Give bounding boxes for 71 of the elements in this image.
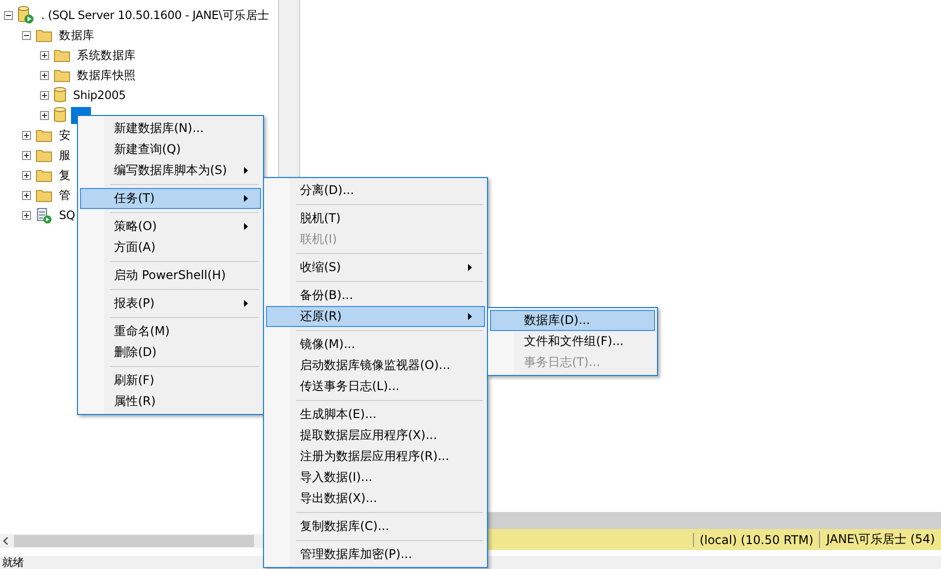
expand-icon[interactable] (40, 50, 49, 60)
expand-icon[interactable] (22, 210, 31, 220)
menu-item[interactable]: 启动 PowerShell(H) (80, 265, 261, 286)
menu-item[interactable]: 报表(P) (80, 293, 261, 314)
menu-item[interactable]: 传送事务日志(L)... (266, 376, 485, 397)
menu-item[interactable]: 脱机(T) (266, 208, 485, 229)
expand-icon[interactable] (40, 70, 49, 80)
agent-icon (36, 206, 52, 224)
server-version: (local) (10.50 RTM) (692, 532, 820, 546)
menu-item[interactable]: 备份(B)... (266, 285, 485, 306)
menu-item[interactable]: 重命名(M) (80, 321, 261, 342)
submenu-arrow-icon (468, 264, 472, 271)
expand-icon[interactable] (40, 110, 49, 120)
menu-item[interactable]: 注册为数据层应用程序(R)... (266, 446, 485, 467)
submenu-arrow-icon (468, 313, 472, 320)
tree-item[interactable]: 数据库快照 (75, 66, 138, 84)
folder-icon (36, 148, 52, 162)
database-icon (54, 107, 66, 123)
database-icon (54, 87, 66, 103)
menu-item[interactable]: 任务(T) (80, 188, 261, 209)
menu-item[interactable]: 还原(R) (266, 306, 485, 327)
tree-item[interactable]: 服 (57, 146, 73, 164)
menu-item[interactable]: 提取数据层应用程序(X)... (266, 425, 485, 446)
expand-icon[interactable] (22, 150, 31, 160)
menu-item[interactable]: 编写数据库脚本为(S) (80, 160, 261, 181)
expand-icon[interactable] (22, 130, 31, 140)
menu-item[interactable]: 导出数据(X)... (266, 488, 485, 509)
folder-icon (54, 48, 70, 62)
menu-item[interactable]: 生成脚本(E)... (266, 404, 485, 425)
tree-item[interactable]: Ship2005 (71, 87, 128, 103)
menu-item[interactable]: 文件和文件组(F)... (490, 331, 655, 352)
tree-item[interactable]: 管 (57, 186, 73, 204)
tree-item[interactable]: SQ (57, 207, 77, 223)
menu-item[interactable]: 管理数据库加密(P)... (266, 544, 485, 565)
menu-item[interactable]: 启动数据库镜像监视器(O)... (266, 355, 485, 376)
server-icon (18, 6, 34, 24)
menu-item[interactable]: 新建查询(Q) (80, 139, 261, 160)
menu-item[interactable]: 镜像(M)... (266, 334, 485, 355)
menu-item[interactable]: 数据库(D)... (490, 310, 655, 331)
menu-item[interactable]: 删除(D) (80, 342, 261, 363)
tree-item[interactable]: 复 (57, 166, 73, 184)
expand-icon[interactable] (22, 170, 31, 180)
menu-item[interactable]: 方面(A) (80, 237, 261, 258)
submenu-arrow-icon (244, 223, 248, 230)
menu-item[interactable]: 复制数据库(C)... (266, 516, 485, 537)
menu-item[interactable]: 分离(D)... (266, 180, 485, 201)
submenu-arrow-icon (244, 300, 248, 307)
tree-item[interactable]: 安 (57, 126, 73, 144)
submenu-arrow-icon (244, 195, 248, 202)
folder-icon (36, 188, 52, 202)
submenu-arrow-icon (244, 167, 248, 174)
folder-icon (36, 28, 52, 42)
menu-item[interactable]: 刷新(F) (80, 370, 261, 391)
scroll-left-icon[interactable] (3, 537, 8, 545)
menu-item[interactable]: 属性(R) (80, 391, 261, 412)
expand-icon[interactable] (40, 90, 49, 100)
menu-item[interactable]: 新建数据库(N)... (80, 118, 261, 139)
tree-item[interactable]: . (SQL Server 10.50.1600 - JANE\可乐居士 (39, 6, 272, 24)
menu-item[interactable]: 导入数据(I)... (266, 467, 485, 488)
tree-item[interactable]: 系统数据库 (75, 46, 138, 64)
tree-item[interactable]: 数据库 (57, 26, 96, 44)
collapse-icon[interactable] (22, 30, 31, 40)
folder-icon (36, 128, 52, 142)
collapse-icon[interactable] (4, 10, 13, 20)
folder-icon (36, 168, 52, 182)
user-name: JANE\可乐居士 (54) (819, 531, 941, 548)
folder-icon (54, 68, 70, 82)
menu-item[interactable]: 收缩(S) (266, 257, 485, 278)
expand-icon[interactable] (22, 190, 31, 200)
status-text: 就绪 (2, 556, 24, 569)
menu-item[interactable]: 策略(O) (80, 216, 261, 237)
